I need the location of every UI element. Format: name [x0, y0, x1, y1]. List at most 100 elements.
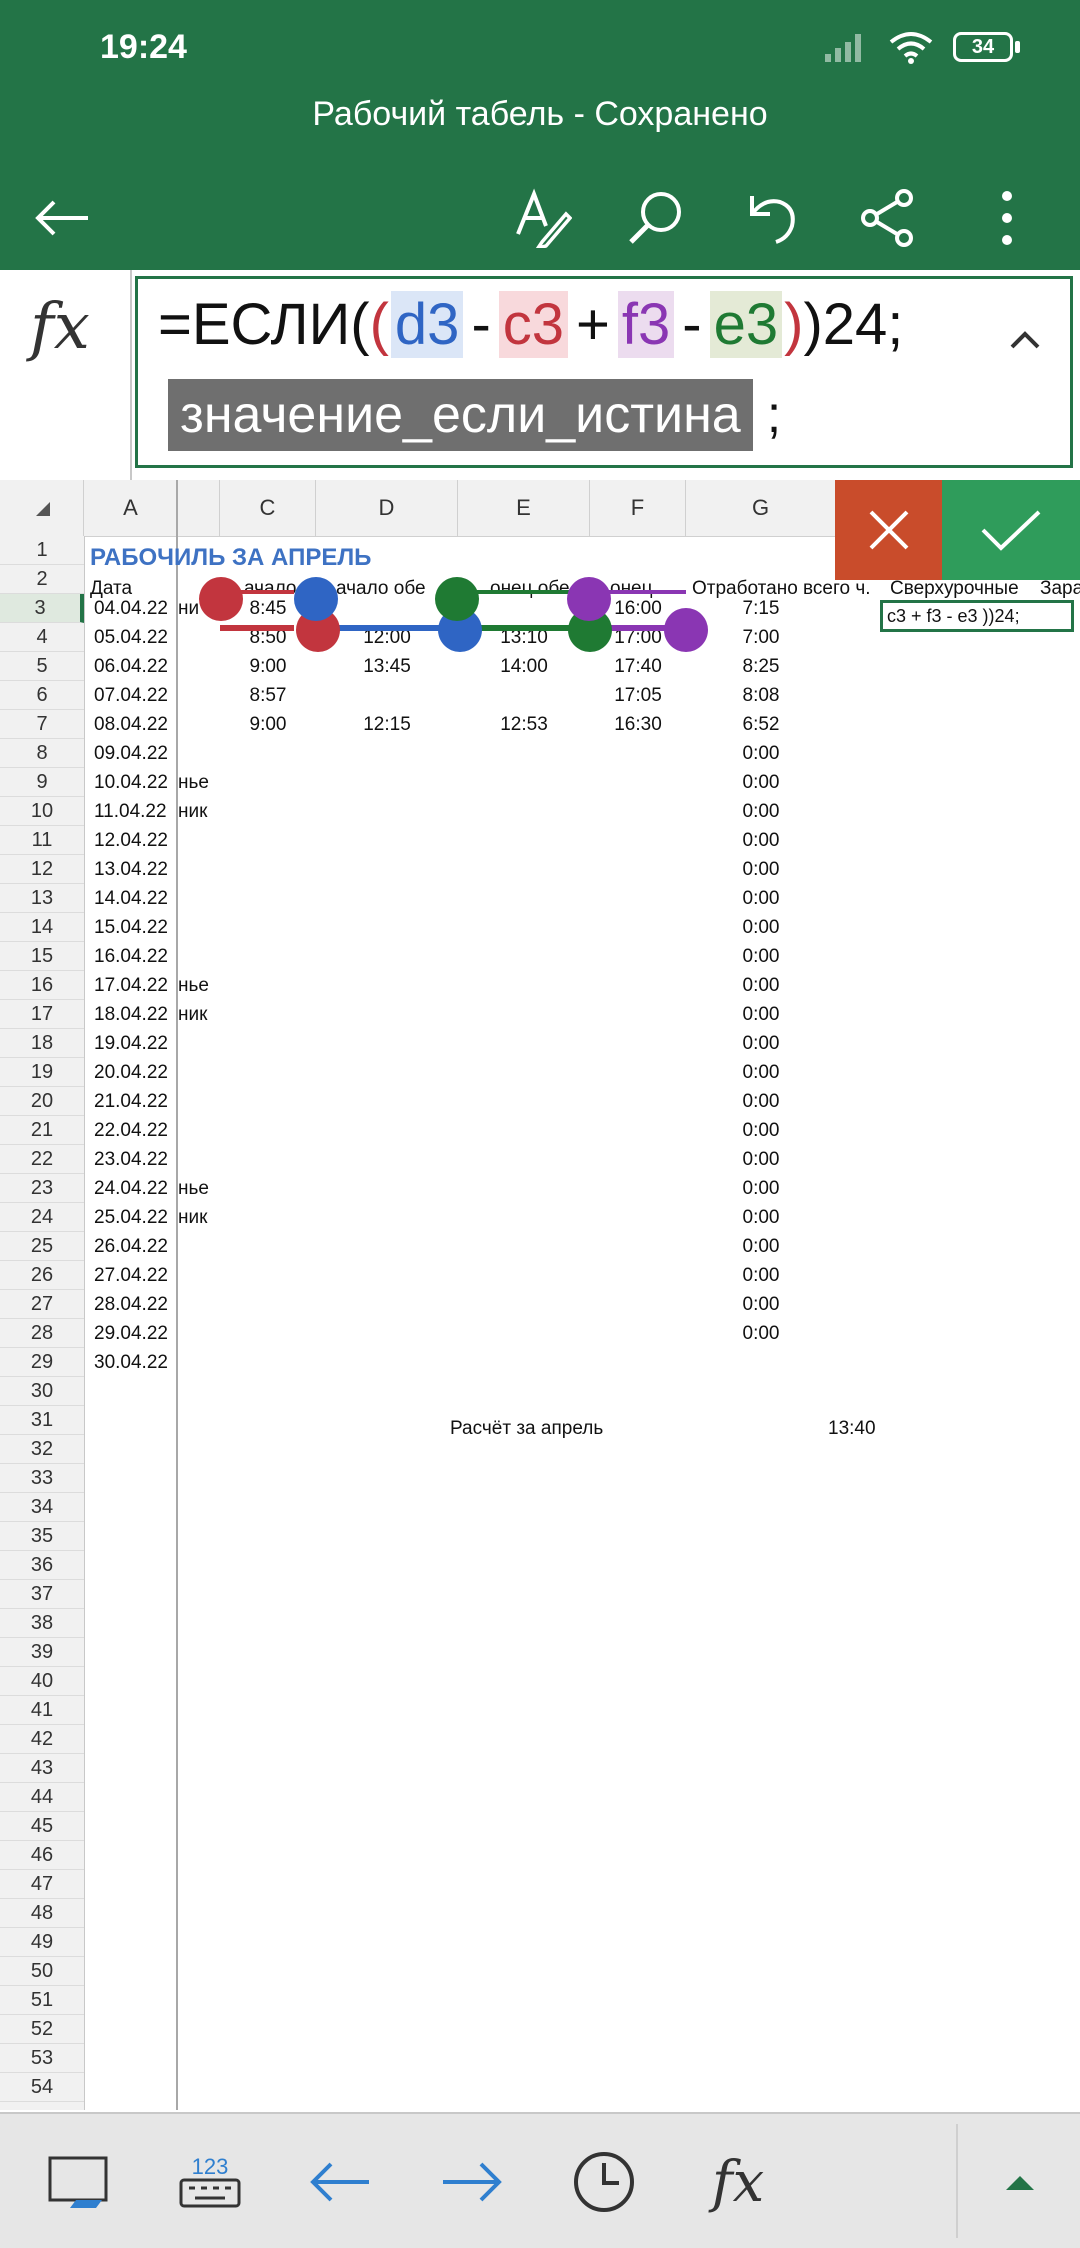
row-header[interactable]: 27: [0, 1290, 84, 1319]
row-header[interactable]: 29: [0, 1348, 84, 1377]
clock-icon[interactable]: [564, 2142, 644, 2222]
cell-g-18[interactable]: 0:00: [686, 1033, 836, 1055]
row-header[interactable]: 15: [0, 942, 84, 971]
cell-date-17[interactable]: 18.04.22: [94, 1004, 174, 1026]
row-header[interactable]: 54: [0, 2073, 84, 2102]
cell-g-17[interactable]: 0:00: [686, 1004, 836, 1026]
row-header[interactable]: 3: [0, 594, 84, 623]
cell-date-13[interactable]: 14.04.22: [94, 888, 174, 910]
row-header[interactable]: 10: [0, 797, 84, 826]
cell-g-27[interactable]: 0:00: [686, 1294, 836, 1316]
row-header[interactable]: 7: [0, 710, 84, 739]
row-header[interactable]: 44: [0, 1783, 84, 1812]
row-header[interactable]: 49: [0, 1928, 84, 1957]
formula-ref-d3[interactable]: d3: [390, 291, 464, 358]
column-header-a[interactable]: A: [84, 480, 178, 536]
pen-icon[interactable]: [502, 178, 582, 258]
cell-g-26[interactable]: 0:00: [686, 1265, 836, 1287]
expand-up-icon[interactable]: [980, 2142, 1060, 2222]
cell-date-26[interactable]: 27.04.22: [94, 1265, 174, 1287]
cell-date-22[interactable]: 23.04.22: [94, 1149, 174, 1171]
cell-date-20[interactable]: 21.04.22: [94, 1091, 174, 1113]
row-header[interactable]: 21: [0, 1116, 84, 1145]
cell-b-17[interactable]: ник: [178, 1004, 218, 1026]
row-header[interactable]: 19: [0, 1058, 84, 1087]
cell-g-10[interactable]: 0:00: [686, 801, 836, 823]
row-header[interactable]: 45: [0, 1812, 84, 1841]
collapse-formula-icon[interactable]: [1000, 319, 1050, 359]
cell-date-24[interactable]: 25.04.22: [94, 1207, 174, 1229]
row-header[interactable]: 22: [0, 1145, 84, 1174]
cell-date-6[interactable]: 07.04.22: [94, 685, 174, 707]
keyboard-123-icon[interactable]: 123: [170, 2142, 250, 2222]
row-header[interactable]: 37: [0, 1580, 84, 1609]
row-header[interactable]: 33: [0, 1464, 84, 1493]
left-arrow-icon[interactable]: [300, 2142, 380, 2222]
cell-date-9[interactable]: 10.04.22: [94, 772, 174, 794]
row-header[interactable]: 40: [0, 1667, 84, 1696]
row-header[interactable]: 36: [0, 1551, 84, 1580]
row-header[interactable]: 8: [0, 739, 84, 768]
column-header-b[interactable]: [178, 480, 220, 536]
column-header-d[interactable]: D: [316, 480, 458, 536]
row-header[interactable]: 4: [0, 623, 84, 652]
cell-g-22[interactable]: 0:00: [686, 1149, 836, 1171]
cell-date-23[interactable]: 24.04.22: [94, 1178, 174, 1200]
cell-c-5[interactable]: 9:00: [220, 656, 316, 678]
row-header[interactable]: 11: [0, 826, 84, 855]
cell-date-8[interactable]: 09.04.22: [94, 743, 174, 765]
row-header[interactable]: 34: [0, 1493, 84, 1522]
row-header[interactable]: 23: [0, 1174, 84, 1203]
cell-g-7[interactable]: 6:52: [686, 714, 836, 736]
cell-e-5[interactable]: 14:00: [458, 656, 590, 678]
cell-g-12[interactable]: 0:00: [686, 859, 836, 881]
cell-date-3[interactable]: 04.04.22: [94, 598, 174, 620]
row-header[interactable]: 50: [0, 1957, 84, 1986]
cell-b-23[interactable]: нье: [178, 1178, 218, 1200]
cell-g-19[interactable]: 0:00: [686, 1062, 836, 1084]
cell-date-21[interactable]: 22.04.22: [94, 1120, 174, 1142]
cell-b-24[interactable]: ник: [178, 1207, 218, 1229]
row-header[interactable]: 48: [0, 1899, 84, 1928]
cell-date-18[interactable]: 19.04.22: [94, 1033, 174, 1055]
cell-date-28[interactable]: 29.04.22: [94, 1323, 174, 1345]
cell-date-14[interactable]: 15.04.22: [94, 917, 174, 939]
row-header[interactable]: 46: [0, 1841, 84, 1870]
cell-date-27[interactable]: 28.04.22: [94, 1294, 174, 1316]
cancel-edit-button[interactable]: [835, 480, 942, 580]
row-header[interactable]: 30: [0, 1377, 84, 1406]
more-icon[interactable]: [967, 178, 1047, 258]
cell-date-7[interactable]: 08.04.22: [94, 714, 174, 736]
select-all-corner[interactable]: [0, 480, 84, 536]
cell-g-9[interactable]: 0:00: [686, 772, 836, 794]
cell-b-9[interactable]: нье: [178, 772, 218, 794]
ref-handle-d3-top[interactable]: [294, 577, 338, 621]
cell-c-6[interactable]: 8:57: [220, 685, 316, 707]
right-arrow-icon[interactable]: [432, 2142, 512, 2222]
cell-f-7[interactable]: 16:30: [590, 714, 686, 736]
cell-g-24[interactable]: 0:00: [686, 1207, 836, 1229]
cell-g-6[interactable]: 8:08: [686, 685, 836, 707]
cell-g-4[interactable]: 7:00: [686, 627, 836, 649]
column-header-e[interactable]: E: [458, 480, 590, 536]
cell-date-16[interactable]: 17.04.22: [94, 975, 174, 997]
cell-date-10[interactable]: 11.04.22: [94, 801, 174, 823]
formula-ref-c3[interactable]: c3: [498, 291, 569, 358]
fx-icon[interactable]: fx: [30, 290, 90, 364]
cell-g-25[interactable]: 0:00: [686, 1236, 836, 1258]
row-header[interactable]: 6: [0, 681, 84, 710]
row-header[interactable]: 12: [0, 855, 84, 884]
share-icon[interactable]: [848, 178, 928, 258]
cell-date-5[interactable]: 06.04.22: [94, 656, 174, 678]
confirm-edit-button[interactable]: [942, 480, 1080, 580]
cell-c-7[interactable]: 9:00: [220, 714, 316, 736]
row-header[interactable]: 32: [0, 1435, 84, 1464]
row-header[interactable]: 14: [0, 913, 84, 942]
cell-date-12[interactable]: 13.04.22: [94, 859, 174, 881]
cell-b-16[interactable]: нье: [178, 975, 218, 997]
cell-g-23[interactable]: 0:00: [686, 1178, 836, 1200]
cell-f-6[interactable]: 17:05: [590, 685, 686, 707]
cell-g-21[interactable]: 0:00: [686, 1120, 836, 1142]
row-header[interactable]: 28: [0, 1319, 84, 1348]
row-header[interactable]: 1: [0, 536, 84, 565]
